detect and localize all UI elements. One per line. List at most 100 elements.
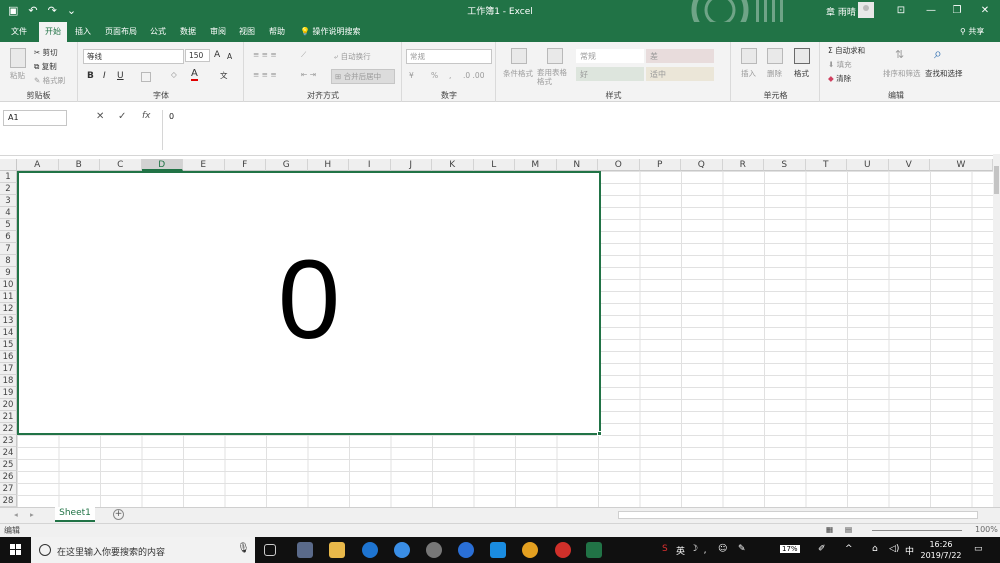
wrap-text-button[interactable]: ⤶ 自动换行 bbox=[334, 51, 371, 62]
row-header-3[interactable]: 3 bbox=[0, 195, 17, 207]
font-color-icon[interactable]: A bbox=[191, 69, 198, 81]
row-header-5[interactable]: 5 bbox=[0, 219, 17, 231]
tell-me-search[interactable]: 💡 操作说明搜索 bbox=[300, 26, 361, 37]
column-header-v[interactable]: V bbox=[888, 159, 930, 171]
tab-insert[interactable]: 插入 bbox=[75, 26, 91, 37]
column-header-d[interactable]: D bbox=[141, 159, 183, 171]
row-header-6[interactable]: 6 bbox=[0, 231, 17, 243]
number-format-select[interactable]: 常规 bbox=[406, 49, 492, 64]
format-cells-icon[interactable] bbox=[794, 48, 810, 64]
column-header-o[interactable]: O bbox=[598, 159, 640, 171]
row-header-9[interactable]: 9 bbox=[0, 267, 17, 279]
enter-icon[interactable]: ✓ bbox=[118, 111, 126, 122]
volume-icon[interactable]: ◁) bbox=[889, 544, 899, 554]
file-explorer-icon[interactable] bbox=[329, 542, 345, 558]
taskbar-search[interactable]: 在这里输入你要搜索的内容 🎙 bbox=[31, 537, 255, 563]
row-header-18[interactable]: 18 bbox=[0, 375, 17, 387]
find-select-label[interactable]: 查找和选择 bbox=[925, 68, 963, 79]
border-icon[interactable] bbox=[141, 72, 151, 82]
column-header-g[interactable]: G bbox=[266, 159, 308, 171]
column-header-f[interactable]: F bbox=[224, 159, 266, 171]
sheet-tab-sheet1[interactable]: Sheet1 bbox=[55, 507, 95, 522]
style-normal[interactable]: 常规 bbox=[576, 49, 644, 63]
vertical-scrollbar[interactable] bbox=[993, 154, 1000, 508]
notifications-icon[interactable]: ▭ bbox=[974, 544, 983, 554]
font-name-select[interactable]: 等线 bbox=[83, 49, 184, 64]
vertical-scroll-thumb[interactable] bbox=[994, 166, 999, 194]
format-as-table-icon[interactable] bbox=[547, 48, 563, 64]
fill-button[interactable]: ⬇ 填充 bbox=[828, 59, 852, 70]
fill-handle[interactable] bbox=[597, 431, 602, 436]
tab-page-layout[interactable]: 页面布局 bbox=[105, 26, 137, 37]
tab-review[interactable]: 审阅 bbox=[210, 26, 226, 37]
zoom-slider[interactable] bbox=[872, 530, 962, 531]
row-header-1[interactable]: 1 bbox=[0, 171, 17, 183]
row-header-4[interactable]: 4 bbox=[0, 207, 17, 219]
windows-start-icon[interactable] bbox=[10, 544, 22, 556]
row-header-16[interactable]: 16 bbox=[0, 351, 17, 363]
row-header-24[interactable]: 24 bbox=[0, 447, 17, 459]
ie-browser-icon[interactable] bbox=[362, 542, 378, 558]
sheet-prev-icon[interactable]: ◂ bbox=[14, 510, 18, 519]
column-header-c[interactable]: C bbox=[100, 159, 142, 171]
avatar[interactable] bbox=[858, 2, 874, 18]
microphone-icon[interactable]: 🎙 bbox=[237, 543, 250, 554]
column-header-j[interactable]: J bbox=[390, 159, 432, 171]
font-size-select[interactable]: 150 bbox=[185, 49, 210, 62]
task-view-icon[interactable] bbox=[264, 544, 276, 556]
style-bad[interactable]: 差 bbox=[646, 49, 714, 63]
close-button[interactable]: ✕ bbox=[970, 2, 1000, 20]
network-icon[interactable]: ⌂ bbox=[872, 544, 878, 554]
row-header-28[interactable]: 28 bbox=[0, 495, 17, 507]
column-header-a[interactable]: A bbox=[17, 159, 59, 171]
column-header-s[interactable]: S bbox=[764, 159, 806, 171]
align-left-icon[interactable]: ≡ ≡ ≡ bbox=[253, 70, 277, 79]
moon-icon[interactable]: ☽ bbox=[690, 544, 698, 554]
percent-button[interactable]: % bbox=[431, 71, 438, 80]
row-header-26[interactable]: 26 bbox=[0, 471, 17, 483]
paste-icon[interactable] bbox=[10, 48, 26, 68]
delete-cells-icon[interactable] bbox=[767, 48, 783, 64]
row-header-13[interactable]: 13 bbox=[0, 315, 17, 327]
format-as-table-label[interactable]: 套用表格格式 bbox=[537, 68, 571, 86]
paste-label[interactable]: 粘贴 bbox=[10, 70, 25, 81]
tab-data[interactable]: 数据 bbox=[180, 26, 196, 37]
add-sheet-icon[interactable]: + bbox=[113, 509, 124, 520]
column-header-m[interactable]: M bbox=[515, 159, 557, 171]
column-header-i[interactable]: I bbox=[349, 159, 391, 171]
share-button[interactable]: ⚲ 共享 bbox=[960, 26, 984, 37]
sheet-next-icon[interactable]: ▸ bbox=[30, 510, 34, 519]
formula-input[interactable]: 0 bbox=[162, 110, 998, 150]
insert-function-icon[interactable]: fx bbox=[142, 111, 151, 121]
zoom-level[interactable]: 100% bbox=[975, 525, 998, 534]
user-name[interactable]: 章 雨晴 bbox=[826, 5, 856, 18]
tab-home[interactable]: 开始 bbox=[39, 22, 67, 42]
excel-taskbar-icon[interactable] bbox=[586, 542, 602, 558]
sort-filter-label[interactable]: 排序和筛选 bbox=[883, 68, 921, 79]
row-header-11[interactable]: 11 bbox=[0, 291, 17, 303]
normal-view-icon[interactable]: ▦ bbox=[826, 525, 833, 534]
app-l-icon[interactable] bbox=[394, 542, 410, 558]
delete-cells-label[interactable]: 删除 bbox=[767, 68, 782, 79]
column-header-h[interactable]: H bbox=[307, 159, 349, 171]
restore-button[interactable]: ❐ bbox=[942, 2, 972, 20]
column-header-u[interactable]: U bbox=[847, 159, 889, 171]
column-header-b[interactable]: B bbox=[58, 159, 100, 171]
qq-browser-icon[interactable] bbox=[458, 542, 474, 558]
bold-button[interactable]: B bbox=[87, 71, 94, 81]
column-header-k[interactable]: K bbox=[432, 159, 474, 171]
sort-filter-icon[interactable]: ⇅ bbox=[895, 48, 904, 61]
column-header-w[interactable]: W bbox=[930, 159, 993, 171]
tab-formulas[interactable]: 公式 bbox=[150, 26, 166, 37]
italic-button[interactable]: I bbox=[103, 71, 106, 81]
taskbar-clock[interactable]: 16:26 2019/7/22 bbox=[918, 539, 964, 561]
feishu-icon[interactable] bbox=[490, 542, 506, 558]
row-header-23[interactable]: 23 bbox=[0, 435, 17, 447]
cut-button[interactable]: ✂ 剪切 bbox=[34, 47, 58, 58]
row-header-10[interactable]: 10 bbox=[0, 279, 17, 291]
column-header-q[interactable]: Q bbox=[681, 159, 723, 171]
row-header-19[interactable]: 19 bbox=[0, 387, 17, 399]
row-header-15[interactable]: 15 bbox=[0, 339, 17, 351]
fill-color-icon[interactable]: ◇ bbox=[171, 70, 177, 79]
tools-icon[interactable]: ✎ bbox=[738, 544, 746, 554]
